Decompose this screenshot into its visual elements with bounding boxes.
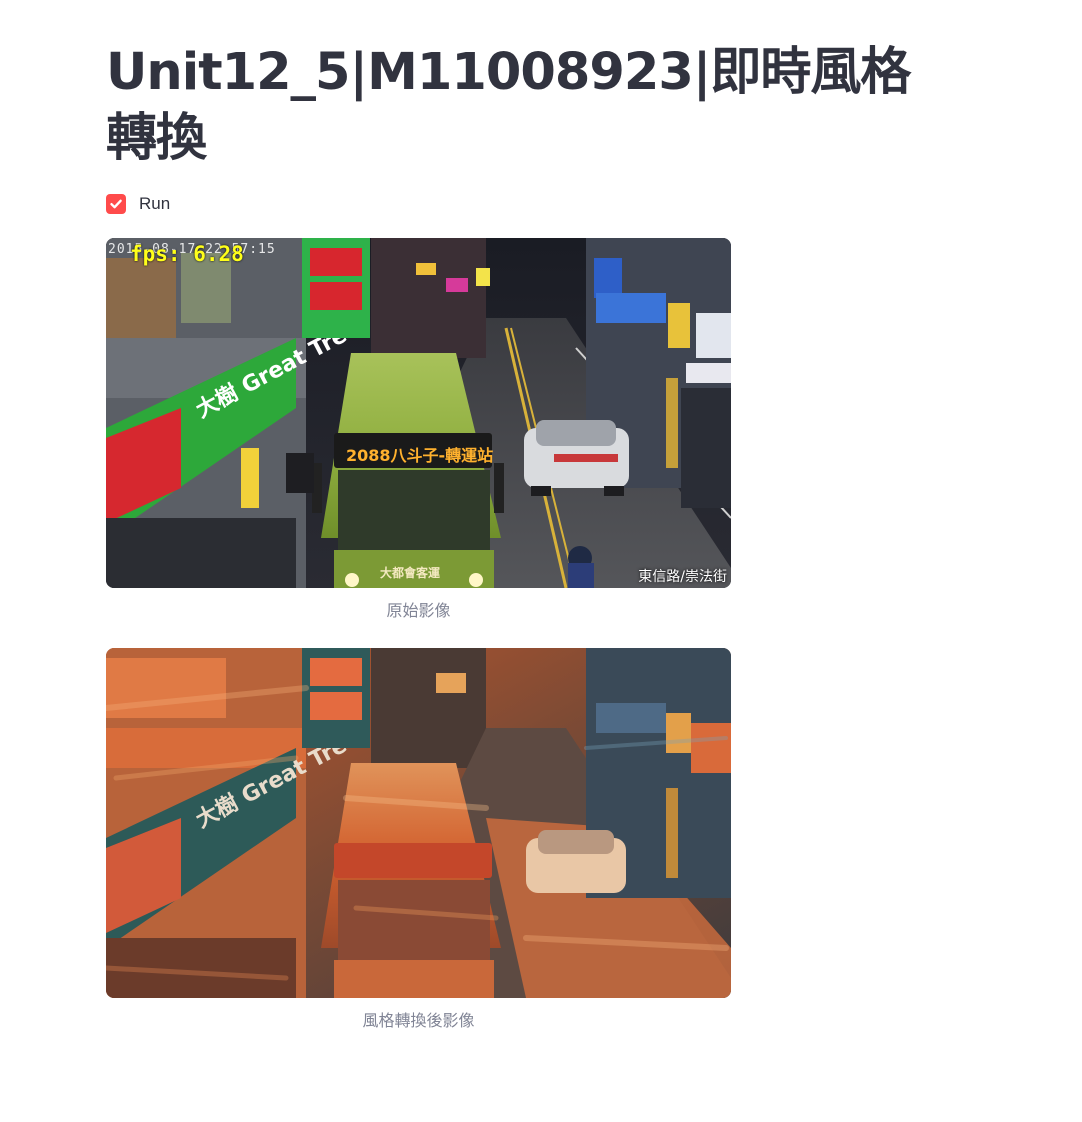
run-checkbox[interactable]: Run: [106, 192, 936, 216]
original-video-frame: 大樹 Great Tree 2015-08-17 22:57:15 fps: 6…: [106, 238, 731, 588]
main-content: Unit12_5|M11008923|即時風格轉換 Run 大樹 Great T…: [106, 40, 936, 1032]
street-scene-image: 大樹 Great Tree: [106, 238, 731, 588]
styled-image-caption: 風格轉換後影像: [362, 1011, 475, 1030]
street-name-label: 東信路/崇法街: [638, 569, 727, 585]
styled-street-scene-image: 大樹 Great Tree: [106, 648, 731, 998]
styled-video-frame: 大樹 Great Tree: [106, 648, 731, 998]
run-checkbox-label: Run: [139, 194, 171, 213]
original-image-figure: 大樹 Great Tree 2015-08-17 22:57:15 fps: 6…: [106, 238, 731, 622]
styled-image-figure: 大樹 Great Tree 風格轉換後影像: [106, 648, 731, 1032]
original-image-caption: 原始影像: [386, 601, 451, 620]
app-page: Unit12_5|M11008923|即時風格轉換 Run 大樹 Great T…: [0, 0, 1082, 1122]
fps-counter: fps: 6.28: [130, 242, 244, 266]
checkbox-checked-icon[interactable]: [106, 194, 126, 214]
bus-company-label: 大都會客運: [380, 566, 441, 580]
bus-destination-sign: 2088八斗子-轉運站: [346, 446, 494, 465]
page-title: Unit12_5|M11008923|即時風格轉換: [106, 43, 911, 168]
